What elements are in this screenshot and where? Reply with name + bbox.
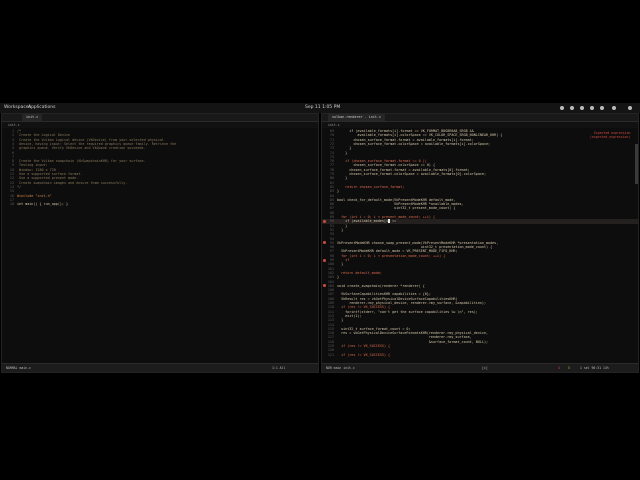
volume-icon[interactable] [580,106,584,110]
user-icon[interactable] [612,106,616,110]
status-bar: NORMAL main.c 1:1 All [2,363,318,372]
code-line[interactable]: 18 int main() { run_app(); } [2,202,318,206]
left-editor-window: init.c init.c 1/* 2 Create the Logical De… [1,113,319,373]
breadcrumb: init.c [2,122,318,128]
tab-vulkan-renderer[interactable]: vulkan-renderer - init.c [328,114,385,121]
status-bar: NOR main init.c [c] 4 5 1 sel 90:31 14% [322,363,638,372]
code-text: int main() { run_app(); } [17,202,69,207]
text-cursor [388,219,390,224]
error-count[interactable]: 4 [558,364,560,372]
line-number: 121 [327,352,334,357]
right-editor-window: vulkan-renderer - init.c init.c 69 if (a… [321,113,639,373]
code-area[interactable]: 69 if (available_formats[i].format == VK… [322,129,638,363]
bluetooth-icon[interactable] [570,106,574,110]
network-icon[interactable] [560,106,564,110]
diagnostic-code: (expected_expression) [590,135,631,139]
diagnostic-marker-icon[interactable] [323,219,326,223]
scrollbar[interactable] [635,144,638,184]
code-text: if (res != VK_SUCCESS) { [337,352,391,357]
top-panel: Workspaces Applications Sep 11 1:05 PM [0,103,640,113]
applications-button[interactable]: Applications [28,103,56,113]
code-line[interactable]: 121 if (res != VK_SUCCESS) { [322,353,638,357]
status-mode: NOR main init.c [326,366,355,370]
tab-bar: vulkan-renderer - init.c [322,114,638,122]
status-position: 1 sel 90:31 14% [580,366,609,370]
line-number: 18 [9,202,14,207]
clock[interactable]: Sep 11 1:05 PM [305,103,340,113]
diagnostic-marker-icon[interactable] [323,258,326,262]
warning-count[interactable]: 5 [568,364,570,372]
workspaces-button[interactable]: Workspaces [4,103,31,113]
tab-init-c[interactable]: init.c [22,114,43,121]
status-mode: NORMAL main.c [6,366,31,370]
power-icon[interactable] [628,106,632,110]
status-position: 1:1 All [272,366,286,370]
code-area[interactable]: 1/* 2 Create the Logical Device 3 Create t… [2,129,318,363]
battery-icon[interactable] [590,106,594,110]
status-filetype: [c] [482,366,488,370]
brightness-icon[interactable] [600,106,604,110]
tab-bar: init.c [2,114,318,122]
breadcrumb: init.c [322,122,638,128]
